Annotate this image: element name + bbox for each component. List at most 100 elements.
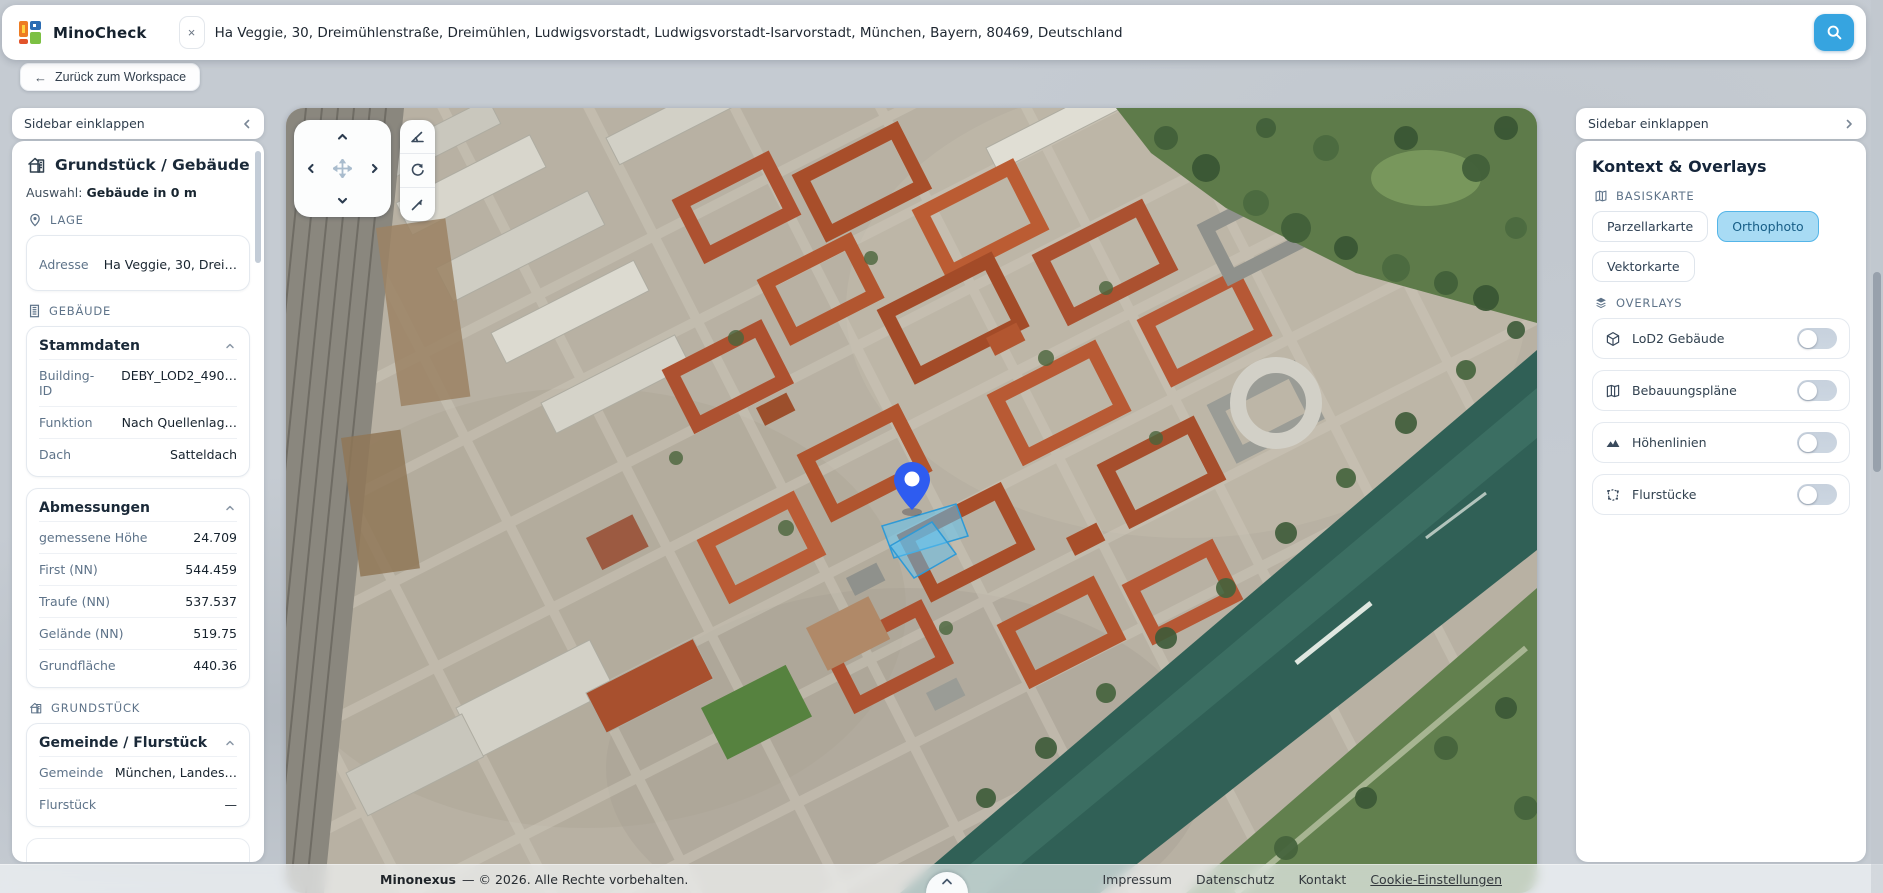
search-button[interactable] bbox=[1814, 14, 1854, 51]
toggle-flurstuecke[interactable] bbox=[1797, 484, 1837, 505]
context-overlays-title: Kontext & Overlays bbox=[1592, 157, 1767, 176]
section-lage: LAGE bbox=[28, 213, 248, 227]
chevron-left-icon bbox=[244, 119, 250, 128]
chevron-down-icon bbox=[337, 198, 348, 204]
angle-icon bbox=[411, 131, 424, 143]
mountains-icon bbox=[1606, 439, 1620, 447]
building-icon bbox=[29, 304, 40, 318]
parcel-icon bbox=[1607, 488, 1619, 501]
minocheck-logo-icon bbox=[19, 20, 41, 44]
folded-map-icon bbox=[1606, 384, 1620, 397]
gemeinde-flurstueck-card: Gemeinde / Flurstück Gemeinde München, L… bbox=[26, 723, 250, 827]
search-clear-button[interactable]: × bbox=[178, 16, 205, 49]
row-value: DEBY_LOD2_490… bbox=[121, 368, 237, 383]
back-to-workspace-label: Zurück zum Workspace bbox=[55, 70, 187, 84]
row-label: Gelände (NN) bbox=[39, 626, 124, 641]
map-pin-icon bbox=[30, 213, 40, 227]
basemap-icon bbox=[1595, 190, 1607, 202]
pan-left-button[interactable] bbox=[294, 152, 326, 184]
left-sidebar-collapse-bar[interactable]: Sidebar einklappen bbox=[12, 108, 264, 139]
toggle-lod2-gebaeude[interactable] bbox=[1797, 328, 1837, 349]
map-tool-panel bbox=[400, 120, 435, 221]
chevron-up-icon bbox=[226, 740, 234, 746]
right-sidebar-collapse-bar[interactable]: Sidebar einklappen bbox=[1576, 108, 1866, 139]
footer-link-datenschutz[interactable]: Datenschutz bbox=[1196, 872, 1275, 887]
page-scrollbar[interactable] bbox=[1871, 0, 1883, 893]
map-pan-control bbox=[294, 120, 391, 217]
section-grundstueck: GRUNDSTÜCK bbox=[28, 701, 248, 715]
search-input[interactable] bbox=[214, 24, 1800, 41]
measure-slope-button[interactable] bbox=[400, 187, 435, 221]
collapse-gemeinde-button[interactable] bbox=[223, 736, 237, 750]
move-cross-icon bbox=[332, 158, 352, 178]
chevron-up-icon bbox=[942, 878, 952, 885]
footer-copyright: — © 2026. Alle Rechte vorbehalten. bbox=[462, 871, 689, 887]
chevron-right-icon bbox=[372, 163, 378, 174]
basemap-parzellarkarte-button[interactable]: Parzellarkarte bbox=[1592, 211, 1709, 242]
measure-angle-button[interactable] bbox=[400, 120, 435, 153]
chevron-up-icon bbox=[226, 343, 234, 349]
row-label: First (NN) bbox=[39, 562, 98, 577]
arrow-left-icon: ← bbox=[34, 69, 47, 85]
abmessungen-title: Abmessungen bbox=[39, 500, 151, 516]
address-value: Ha Veggie, 30, Drei… bbox=[103, 257, 237, 272]
partially-visible-card bbox=[26, 838, 250, 862]
pan-center-button[interactable] bbox=[326, 152, 358, 184]
footer-link-kontakt[interactable]: Kontakt bbox=[1298, 872, 1346, 887]
page-scrollbar-thumb[interactable] bbox=[1873, 272, 1881, 472]
collapse-stammdaten-button[interactable] bbox=[223, 339, 237, 353]
row-value: Satteldach bbox=[170, 447, 237, 462]
section-overlays: OVERLAYS bbox=[1594, 296, 1848, 310]
toggle-knob bbox=[1799, 433, 1817, 452]
selection-summary: Auswahl: Gebäude in 0 m bbox=[26, 185, 197, 200]
panel-title: Grundstück / Gebäude bbox=[55, 156, 250, 174]
slope-flag-icon bbox=[411, 199, 423, 211]
toggle-knob bbox=[1799, 381, 1817, 400]
right-sidebar: Sidebar einklappen Kontext & Overlays BA… bbox=[1576, 108, 1866, 862]
app-title: MinoCheck bbox=[53, 23, 147, 42]
house-icon bbox=[27, 157, 45, 173]
footer-link-cookie-einstellungen[interactable]: Cookie-Einstellungen bbox=[1370, 872, 1502, 887]
brand: MinoCheck bbox=[16, 19, 147, 47]
search-icon bbox=[1827, 25, 1841, 40]
left-sidebar: Sidebar einklappen Grundstück / Gebäude … bbox=[12, 108, 264, 862]
basemap-orthophoto-button[interactable]: Orthophoto bbox=[1717, 211, 1819, 242]
overlay-label: Höhenlinien bbox=[1632, 435, 1707, 450]
overlay-label: Bebauungspläne bbox=[1632, 383, 1737, 398]
collapse-abmessungen-button[interactable] bbox=[223, 501, 237, 515]
map-canvas[interactable] bbox=[286, 108, 1537, 893]
row-label: Grundfläche bbox=[39, 658, 116, 673]
basemap-vektorkarte-button[interactable]: Vektorkarte bbox=[1592, 251, 1695, 282]
toggle-bebauungsplaene[interactable] bbox=[1797, 380, 1837, 401]
topbar: MinoCheck × bbox=[2, 5, 1866, 60]
toggle-hoehenlinien[interactable] bbox=[1797, 432, 1837, 453]
pan-right-button[interactable] bbox=[359, 152, 391, 184]
pan-up-button[interactable] bbox=[326, 120, 358, 152]
row-value: 440.36 bbox=[193, 658, 237, 673]
back-to-workspace-button[interactable]: ← Zurück zum Workspace bbox=[20, 63, 201, 91]
gemeinde-title: Gemeinde / Flurstück bbox=[39, 735, 208, 751]
row-value: 537.537 bbox=[185, 594, 237, 609]
row-label: Dach bbox=[39, 447, 72, 462]
orthophoto-imagery bbox=[286, 108, 1537, 893]
context-overlays-panel: Kontext & Overlays BASISKARTE Parzellark… bbox=[1576, 141, 1866, 862]
row-value: Nach Quellenlag… bbox=[121, 415, 237, 430]
rotate-reset-button[interactable] bbox=[400, 153, 435, 187]
chevron-up-icon bbox=[226, 505, 234, 511]
row-value: — bbox=[224, 797, 238, 812]
section-gebaeude: GEBÄUDE bbox=[28, 304, 248, 318]
overlay-item-flurstuecke: Flurstücke bbox=[1592, 474, 1850, 515]
row-value: München, Landes… bbox=[114, 765, 237, 780]
stammdaten-title: Stammdaten bbox=[39, 338, 141, 354]
footer-links: Impressum Datenschutz Kontakt Cookie-Ein… bbox=[1102, 872, 1502, 887]
footer-brand: Minonexus bbox=[380, 871, 456, 887]
address-label: Adresse bbox=[39, 257, 89, 272]
panel-scrollbar-thumb[interactable] bbox=[255, 151, 261, 263]
address-card: Adresse Ha Veggie, 30, Drei… bbox=[26, 235, 250, 291]
row-label: Building-ID bbox=[39, 368, 95, 398]
section-basiskarte: BASISKARTE bbox=[1594, 189, 1848, 203]
building-detail-panel: Grundstück / Gebäude Auswahl: Gebäude in… bbox=[12, 141, 264, 862]
pan-down-button[interactable] bbox=[326, 185, 358, 217]
chevron-up-icon bbox=[337, 133, 348, 140]
footer-link-impressum[interactable]: Impressum bbox=[1102, 872, 1171, 887]
